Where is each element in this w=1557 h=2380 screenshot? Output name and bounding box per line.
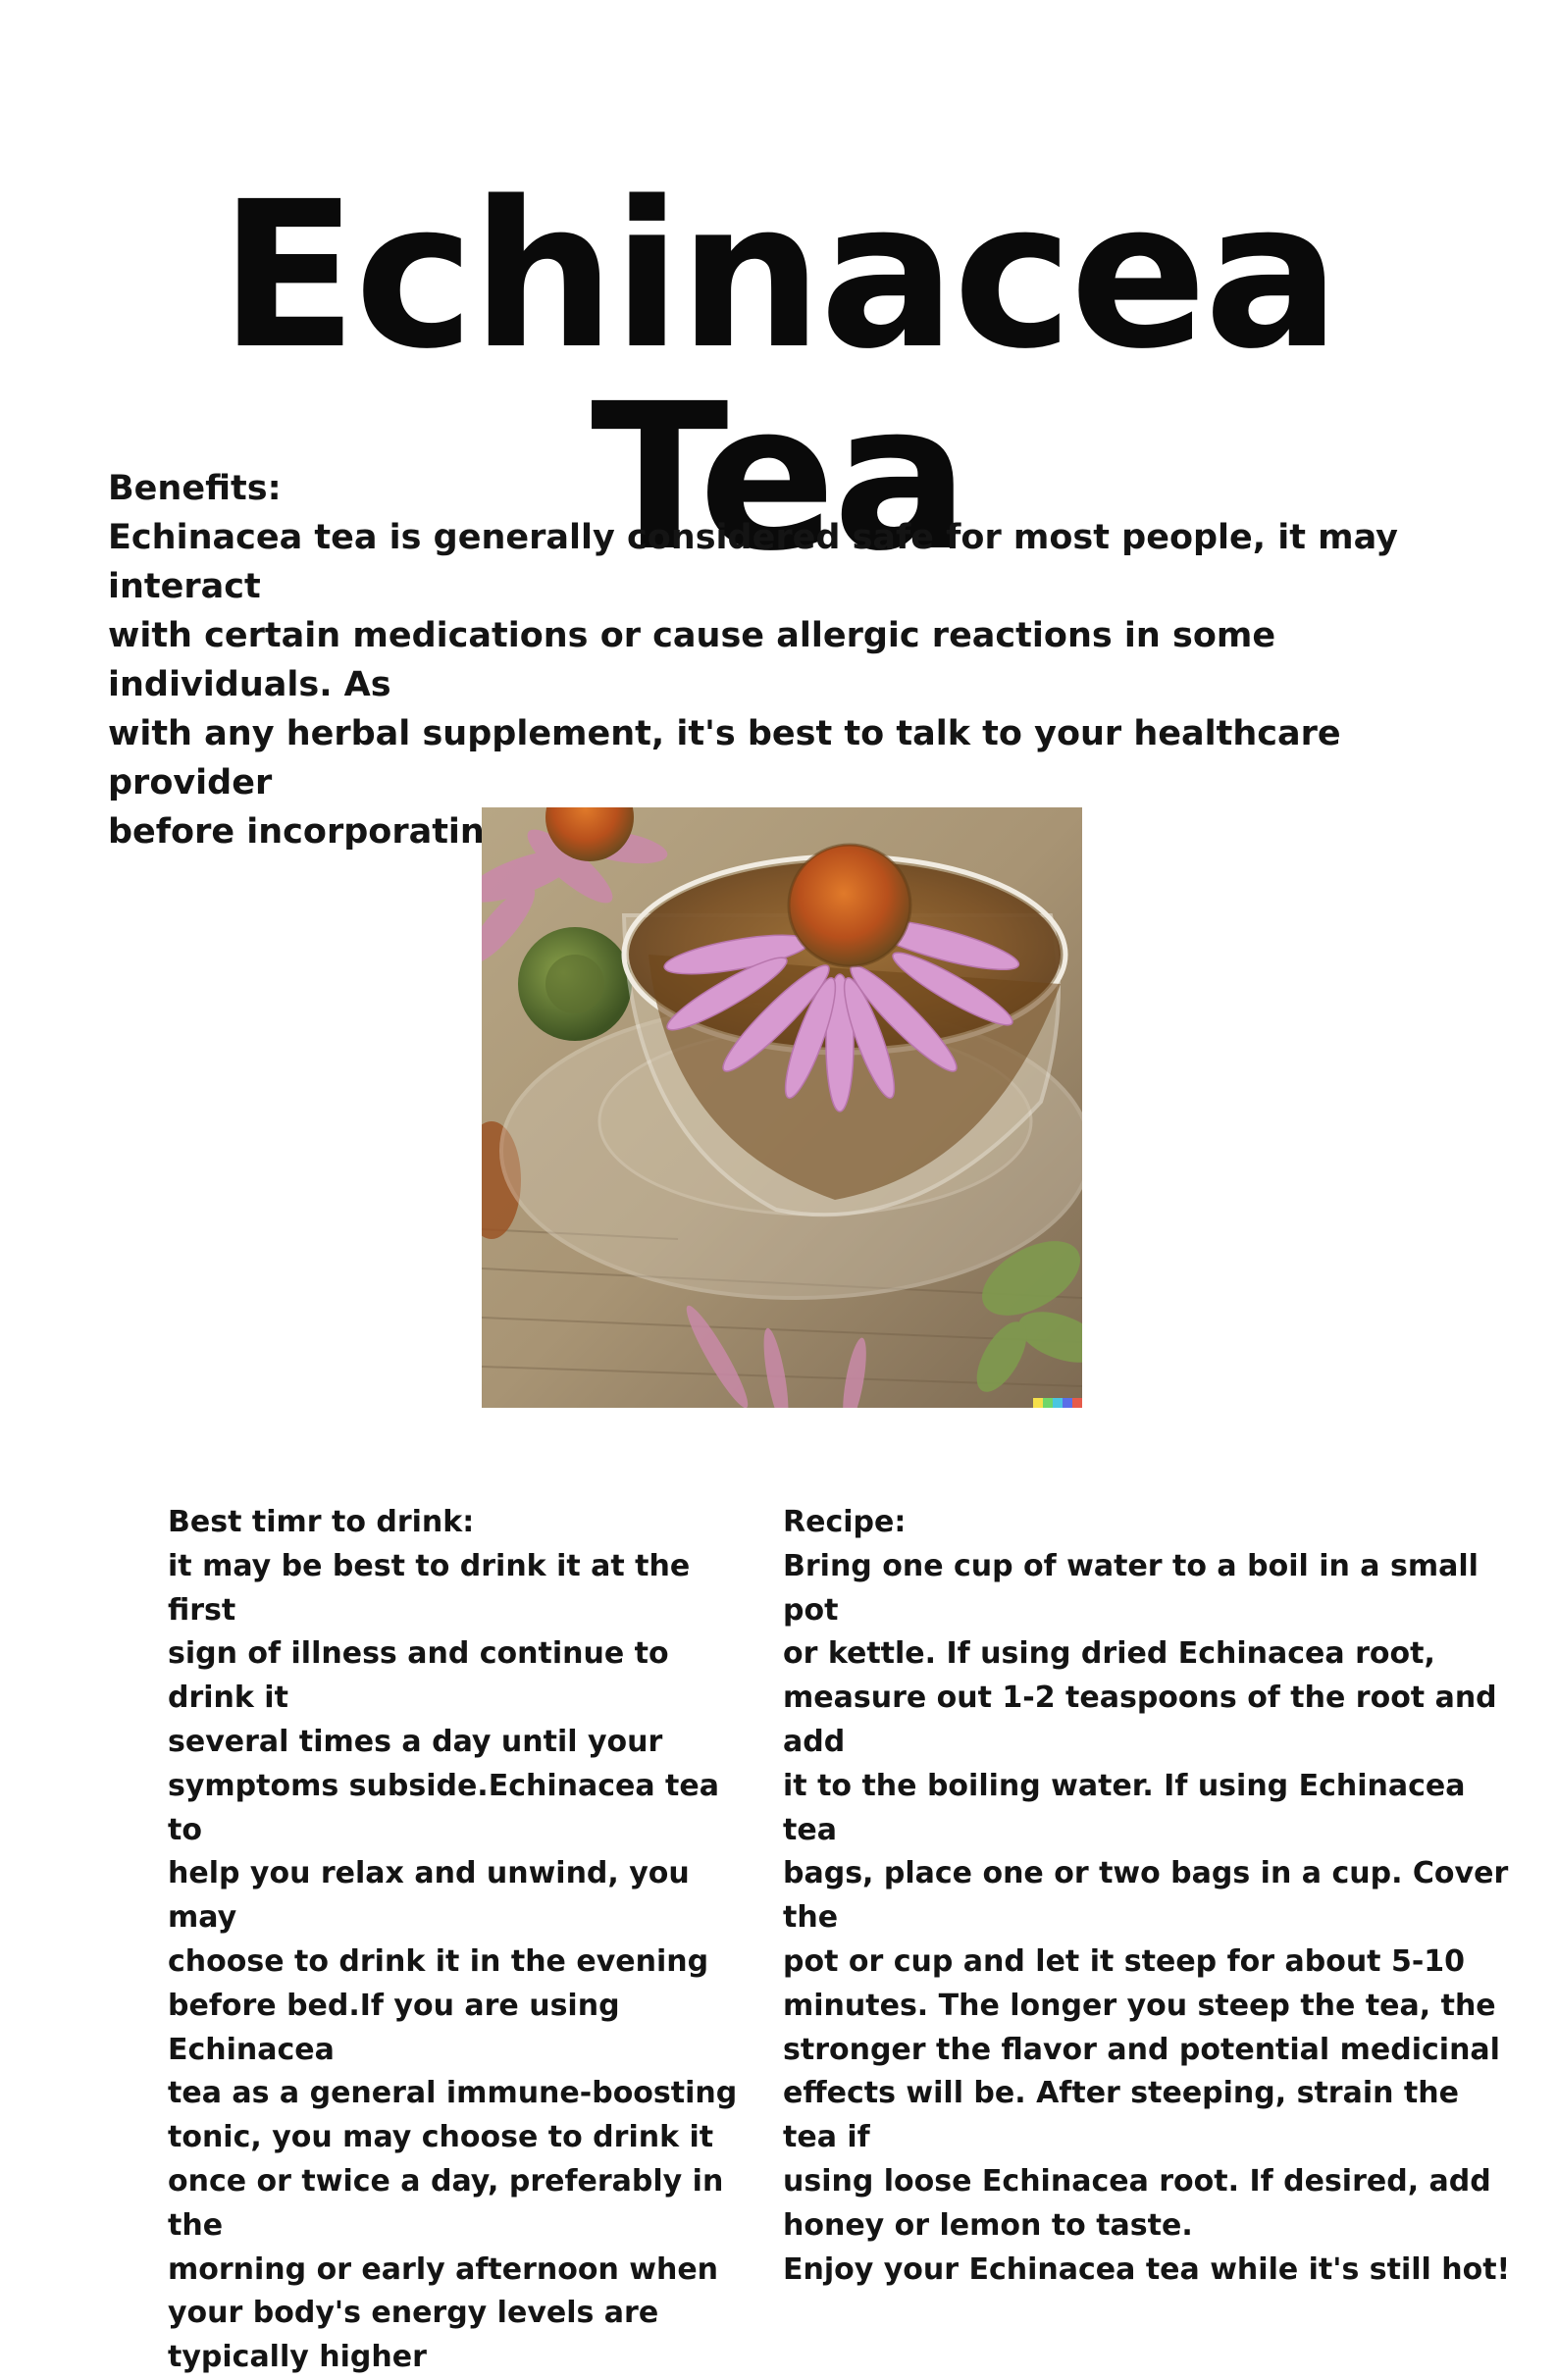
recipe-text: Bring one cup of water to a boil in a sm… [783, 1548, 1511, 2287]
best-time-section: Best timr to drink: it may be best to dr… [168, 1501, 756, 2380]
echinacea-tea-photo [482, 807, 1082, 1408]
benefits-section: Benefits: Echinacea tea is generally con… [108, 464, 1462, 856]
benefits-heading: Benefits: [108, 469, 282, 508]
best-time-heading: Best timr to drink: [168, 1505, 475, 1539]
recipe-heading: Recipe: [783, 1505, 907, 1539]
best-time-text: it may be best to drink it at the first … [168, 1548, 738, 2375]
recipe-section: Recipe: Bring one cup of water to a boil… [783, 1501, 1514, 2292]
benefits-text: Echinacea tea is generally considered sa… [108, 518, 1398, 852]
